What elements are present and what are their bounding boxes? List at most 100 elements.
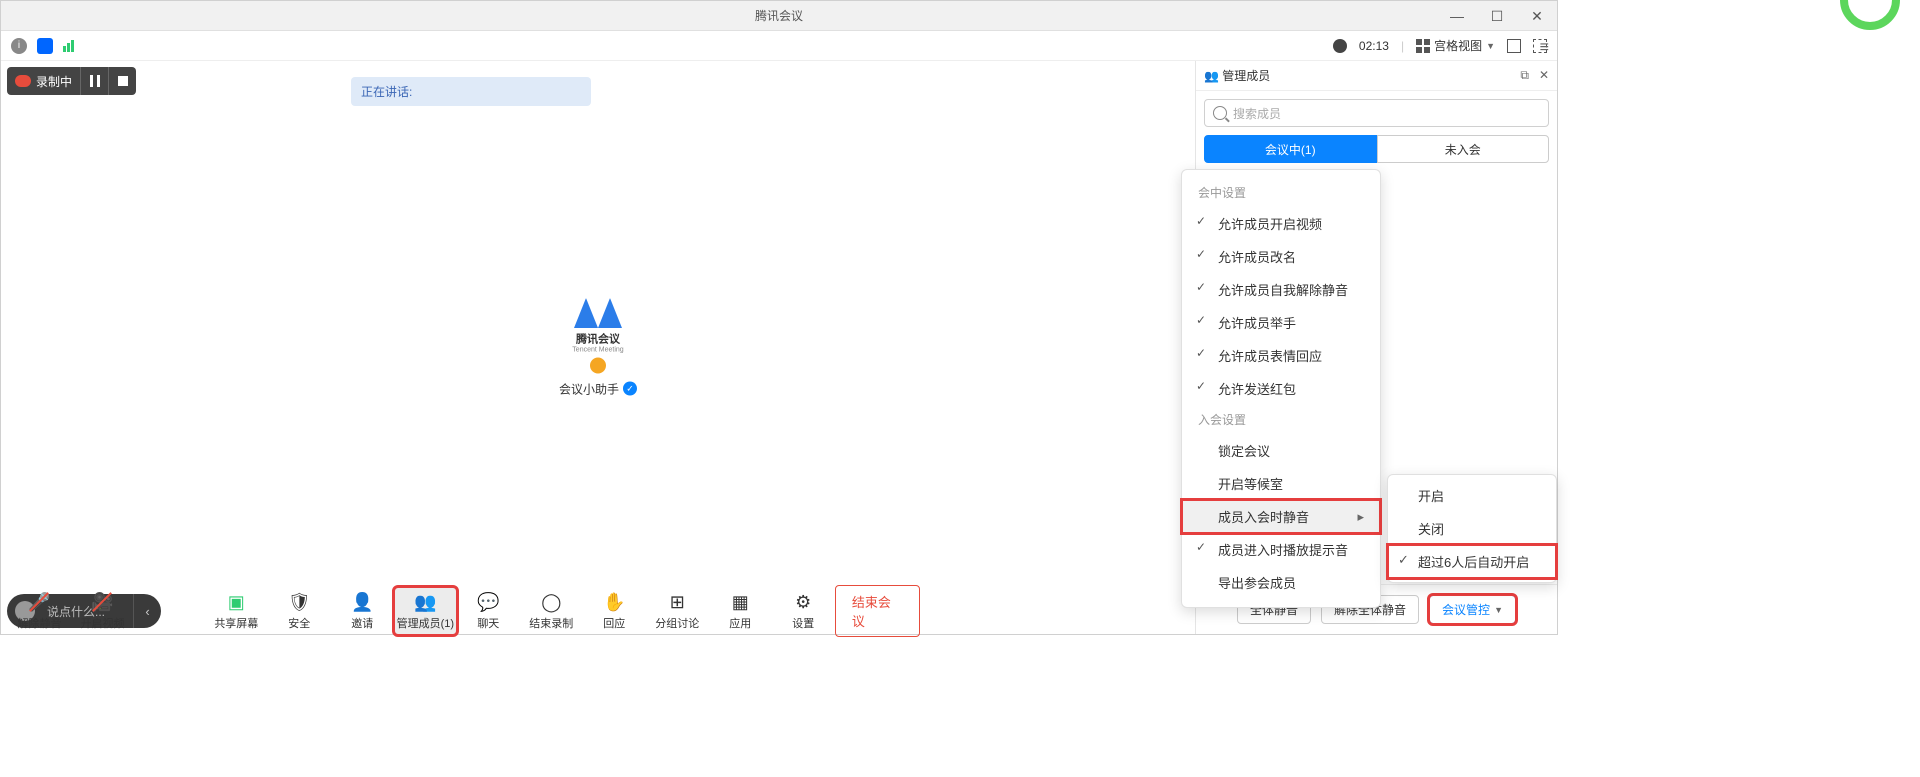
apps-button[interactable]: ▦ 应用 [709, 591, 772, 631]
invite-label: 邀请 [351, 615, 373, 631]
menu-section-entry: 入会设置 [1182, 405, 1380, 434]
members-icon: 👥 [413, 591, 437, 613]
breakout-icon: ⊞ [665, 591, 689, 613]
unmute-button[interactable]: 🎤 解除静音 [8, 591, 71, 631]
menu-allow-raise-hand[interactable]: 允许成员举手 [1182, 306, 1380, 339]
grid-icon [1416, 39, 1430, 53]
menu-mute-on-entry-label: 成员入会时静音 [1218, 507, 1309, 526]
view-mode-label: 宫格视图 [1434, 37, 1482, 54]
end-record-label: 结束录制 [529, 615, 573, 631]
chevron-down-icon: ▼ [1486, 41, 1495, 51]
stop-recording-button[interactable] [108, 67, 136, 95]
record-icon: ◯ [539, 591, 563, 613]
breakout-button[interactable]: ⊞ 分组讨论 [646, 591, 709, 631]
member-tabs: 会议中(1) 未入会 [1196, 135, 1557, 163]
video-stage: 录制中 正在讲话: 腾讯会议 Tencent Meeting 会议小助手 ✓ [1, 61, 1195, 634]
reaction-label: 回应 [603, 615, 625, 631]
settings-button[interactable]: ⚙ 设置 [772, 591, 835, 631]
clock-icon [1333, 39, 1347, 53]
share-icon: ▣ [224, 591, 248, 613]
maximize-button[interactable]: ☐ [1477, 1, 1517, 31]
view-mode-selector[interactable]: 宫格视图 ▼ [1416, 37, 1495, 54]
brand-sub-label: Tencent Meeting [559, 346, 637, 353]
menu-export-members[interactable]: 导出参会成员 [1182, 566, 1380, 599]
camera-off-icon: 🎥 [90, 591, 114, 613]
settings-label: 设置 [792, 615, 814, 631]
speaking-indicator: 正在讲话: [351, 77, 591, 106]
close-panel-icon[interactable]: ✕ [1539, 68, 1549, 83]
mic-off-icon: 🎤 [27, 591, 51, 613]
reaction-button[interactable]: ✋ 回应 [583, 591, 646, 631]
apps-icon: ▦ [728, 591, 752, 613]
menu-allow-rename[interactable]: 允许成员改名 [1182, 240, 1380, 273]
security-icon: 🛡 [287, 591, 311, 613]
submenu-off[interactable]: 关闭 [1388, 512, 1556, 545]
reaction-icon: ✋ [602, 591, 626, 613]
top-strip: i 02:13 | 宫格视图 ▼ [1, 31, 1557, 61]
cloud-record-icon [15, 75, 31, 87]
chat-button[interactable]: 💬 聊天 [457, 591, 520, 631]
meeting-timer: 02:13 [1359, 39, 1389, 53]
recording-indicator: 录制中 [7, 67, 136, 95]
submenu-auto-6[interactable]: 超过6人后自动开启 [1388, 545, 1556, 578]
end-record-button[interactable]: ◯ 结束录制 [520, 591, 583, 631]
members-label: 管理成员(1) [397, 615, 454, 631]
window-title: 腾讯会议 [755, 7, 803, 24]
info-icon[interactable]: i [11, 38, 27, 54]
submenu-on[interactable]: 开启 [1388, 479, 1556, 512]
search-input[interactable]: 搜索成员 [1204, 99, 1549, 127]
menu-section-in-meeting: 会中设置 [1182, 178, 1380, 207]
search-icon [1213, 106, 1227, 120]
security-button[interactable]: 🛡 安全 [268, 591, 331, 631]
speaking-label: 正在讲话: [361, 85, 412, 99]
participant-tile[interactable]: 腾讯会议 Tencent Meeting 会议小助手 ✓ [559, 298, 637, 397]
manage-members-button[interactable]: 👥 管理成员(1) [394, 587, 457, 635]
invite-button[interactable]: 👤 邀请 [331, 591, 394, 631]
security-label: 安全 [288, 615, 310, 631]
start-video-button[interactable]: 🎥 开启视频 [71, 591, 134, 631]
share-screen-button[interactable]: ▣ 共享屏幕 [205, 591, 268, 631]
menu-mute-on-entry[interactable]: 成员入会时静音 [1182, 500, 1380, 533]
search-placeholder: 搜索成员 [1233, 105, 1281, 122]
bottom-toolbar: 🎤 解除静音 🎥 开启视频 ▣ 共享屏幕 🛡 安全 👤 邀请 👥 管理成员(1)… [0, 586, 940, 636]
people-icon: 👥 [1204, 69, 1219, 83]
meeting-control-button[interactable]: 会议管控 ▼ [1429, 595, 1516, 624]
participant-name: 会议小助手 [559, 380, 619, 397]
meeting-control-label: 会议管控 [1442, 601, 1490, 618]
popout-icon[interactable]: ⧉ [1520, 68, 1529, 83]
menu-allow-reaction[interactable]: 允许成员表情回应 [1182, 339, 1380, 372]
tab-in-meeting[interactable]: 会议中(1) [1204, 135, 1377, 163]
menu-allow-redpacket[interactable]: 允许发送红包 [1182, 372, 1380, 405]
brand-label: 腾讯会议 [559, 330, 637, 346]
tab-not-joined[interactable]: 未入会 [1377, 135, 1550, 163]
unmute-label: 解除静音 [17, 615, 61, 631]
panel-header: 👥 管理成员 ⧉ ✕ [1196, 61, 1557, 91]
pause-icon [90, 75, 100, 87]
close-button[interactable]: ✕ [1517, 1, 1557, 31]
recording-label: 录制中 [36, 73, 72, 90]
meeting-control-menu: 会中设置 允许成员开启视频 允许成员改名 允许成员自我解除静音 允许成员举手 允… [1181, 169, 1381, 608]
verified-badge-icon: ✓ [623, 382, 637, 396]
pause-recording-button[interactable] [80, 67, 108, 95]
menu-play-chime[interactable]: 成员进入时播放提示音 [1182, 533, 1380, 566]
menu-allow-video[interactable]: 允许成员开启视频 [1182, 207, 1380, 240]
invite-icon: 👤 [350, 591, 374, 613]
menu-lock-meeting[interactable]: 锁定会议 [1182, 434, 1380, 467]
end-meeting-button[interactable]: 结束会议 [835, 585, 920, 637]
video-label: 开启视频 [80, 615, 124, 631]
chat-icon: 💬 [476, 591, 500, 613]
hamburger-icon[interactable]: ≡ [1540, 39, 1549, 57]
menu-allow-self-unmute[interactable]: 允许成员自我解除静音 [1182, 273, 1380, 306]
title-bar: 腾讯会议 — ☐ ✕ [1, 1, 1557, 31]
window-controls: — ☐ ✕ [1437, 1, 1557, 31]
breakout-label: 分组讨论 [655, 615, 699, 631]
minimize-button[interactable]: — [1437, 1, 1477, 31]
mute-on-entry-submenu: 开启 关闭 超过6人后自动开启 [1387, 474, 1557, 583]
signal-icon[interactable] [63, 40, 74, 52]
menu-enable-waiting-room[interactable]: 开启等候室 [1182, 467, 1380, 500]
chat-label: 聊天 [477, 615, 499, 631]
fullscreen-icon[interactable] [1507, 39, 1521, 53]
tencent-logo-icon [574, 298, 622, 328]
shield-icon[interactable] [37, 38, 53, 54]
share-label: 共享屏幕 [214, 615, 258, 631]
